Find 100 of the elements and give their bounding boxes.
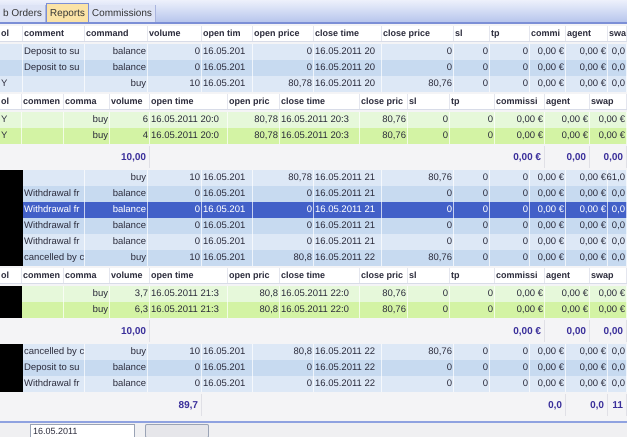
table-cell: 16.05.201 [202, 250, 253, 266]
table-cell: 80,8 [228, 302, 280, 318]
column-header[interactable]: tp [450, 268, 495, 283]
table-cell: 0 [450, 128, 495, 144]
table-cell: buy [64, 128, 110, 144]
total-value: 0,00 [545, 320, 590, 342]
column-header[interactable]: tp [450, 94, 495, 109]
column-header[interactable]: agent [545, 268, 590, 283]
column-header[interactable]: open pric [228, 94, 280, 109]
table-cell: 4 [110, 128, 150, 144]
table-cell: 0 [408, 302, 450, 318]
total-value: 0,0 [566, 394, 608, 416]
table-cell: 6,3 [110, 302, 150, 318]
total-value: 0,00 [590, 146, 627, 168]
total-value: 0,0 [530, 394, 566, 416]
column-header[interactable]: open time [150, 94, 228, 109]
table-cell: 16.05.2011 22:0 [280, 302, 360, 318]
column-header[interactable]: commen [22, 94, 64, 109]
column-header[interactable]: sl [408, 94, 450, 109]
table-cell: 0 [454, 376, 490, 392]
column-header[interactable]: commissi [495, 94, 545, 109]
table-cell: 80,8 [253, 250, 314, 266]
table-cell: 0,0 [608, 76, 627, 92]
column-header[interactable]: ol [0, 26, 23, 41]
table-cell: cancelled by c [23, 250, 85, 266]
column-header[interactable]: volume [110, 268, 150, 283]
column-header[interactable]: swap [590, 94, 627, 109]
table-cell: 0,00 € [566, 376, 608, 392]
column-header[interactable]: commi [530, 26, 566, 41]
table-cell: 0 [454, 76, 490, 92]
table-cell: 80,76 [360, 128, 408, 144]
table-cell: 0,00 € [590, 302, 627, 318]
table-cell: 80,78 [228, 128, 280, 144]
column-header[interactable]: commen [22, 268, 64, 283]
column-header[interactable]: volume [148, 26, 202, 41]
table-cell: balance [85, 376, 148, 392]
column-header[interactable]: volume [110, 94, 150, 109]
table-cell: 0 [148, 376, 202, 392]
date-field[interactable]: 16.05.2011 [30, 424, 135, 437]
column-header[interactable]: sl [408, 268, 450, 283]
table-cell: 16.05.2011 20:0 [150, 128, 228, 144]
table-cell: 0,00 € [495, 302, 545, 318]
table-cell: 0,00 € [495, 128, 545, 144]
table-cell: 0,00 € [545, 302, 590, 318]
total-value: 10,00 [110, 320, 150, 342]
column-header[interactable]: tp [490, 26, 530, 41]
column-header[interactable]: open pric [228, 268, 280, 283]
column-header[interactable]: close pric [360, 268, 408, 283]
column-header[interactable]: commissi [495, 268, 545, 283]
column-header[interactable]: close price [382, 26, 454, 41]
table-cell: 0 [450, 302, 495, 318]
column-header[interactable]: sl [454, 26, 490, 41]
table-cell: 10 [148, 250, 202, 266]
column-header[interactable]: agent [545, 94, 590, 109]
table-cell: 16.05.2011 22 [314, 376, 382, 392]
table-cell: 16.05.2011 20:3 [280, 128, 360, 144]
total-value: 0,00 [545, 146, 590, 168]
tab[interactable]: Commissions [88, 5, 156, 22]
column-header[interactable]: open price [253, 26, 314, 41]
table-cell: 0 [408, 128, 450, 144]
table-cell: 0,00 € [530, 376, 566, 392]
column-header[interactable]: comment [23, 26, 85, 41]
total-value: 0,00 € [495, 320, 545, 342]
button[interactable] [145, 424, 209, 437]
table-cell: 0,00 € [545, 128, 590, 144]
table-cell: 0 [382, 376, 454, 392]
column-header[interactable]: open time [150, 268, 228, 283]
column-header[interactable]: open tim [202, 26, 253, 41]
column-header[interactable]: ol [0, 94, 22, 109]
column-header[interactable]: command [85, 26, 148, 41]
column-header[interactable]: close pric [360, 94, 408, 109]
total-value: 0,00 [590, 320, 627, 342]
tab[interactable]: Reports [46, 3, 89, 22]
table-cell: 16.05.201 [202, 376, 253, 392]
table-cell: 10 [148, 76, 202, 92]
table-cell: buy [64, 302, 110, 318]
table-cell: Y [0, 128, 22, 144]
table-cell: 16.05.201 [202, 76, 253, 92]
total-value: 11 [608, 394, 627, 416]
column-header[interactable]: comma [64, 94, 110, 109]
table-cell: 0,00 € [566, 76, 608, 92]
column-header[interactable]: close time [280, 94, 360, 109]
table-cell: 0,00 € [530, 76, 566, 92]
column-header[interactable]: close time [314, 26, 382, 41]
table-cell: 0,0 [608, 376, 627, 392]
table-cell: Y [0, 76, 23, 92]
table-cell: 0,00 € [590, 128, 627, 144]
column-header[interactable]: comma [64, 268, 110, 283]
column-header[interactable]: close time [280, 268, 360, 283]
table-cell: 0,00 € [566, 250, 608, 266]
tab[interactable]: b Orders [0, 5, 46, 22]
column-header[interactable]: ol [0, 268, 22, 283]
column-header[interactable]: swa [608, 26, 627, 41]
table-cell: 0 [490, 76, 530, 92]
column-header[interactable]: agent [566, 26, 608, 41]
table-cell: buy [85, 250, 148, 266]
table-cell: 0 [454, 250, 490, 266]
total-value: 10,00 [110, 146, 150, 168]
table-cell: 16.05.2011 21:3 [150, 302, 228, 318]
column-header[interactable]: swap [590, 268, 627, 283]
